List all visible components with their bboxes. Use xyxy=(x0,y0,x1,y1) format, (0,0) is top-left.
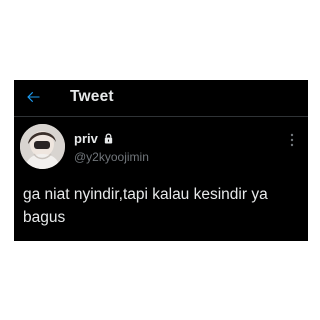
display-name-row: priv xyxy=(74,130,149,146)
tweet-text: ga niat nyindir,tapi kalau kesindir ya b… xyxy=(23,186,268,226)
header-divider xyxy=(14,116,308,117)
more-vertical-icon[interactable] xyxy=(290,133,294,147)
page-title: Tweet xyxy=(70,88,114,105)
tweet-screen: Tweet priv @y2kyoojimin ga niat nyindir,… xyxy=(14,80,308,241)
lock-icon xyxy=(104,133,113,144)
username[interactable]: @y2kyoojimin xyxy=(74,150,149,164)
author-info: priv @y2kyoojimin xyxy=(74,130,149,165)
arrow-left-icon[interactable] xyxy=(25,89,42,105)
top-bar: Tweet xyxy=(14,80,308,114)
avatar[interactable] xyxy=(20,124,65,169)
display-name[interactable]: priv xyxy=(74,131,98,146)
avatar-photo xyxy=(20,124,65,169)
